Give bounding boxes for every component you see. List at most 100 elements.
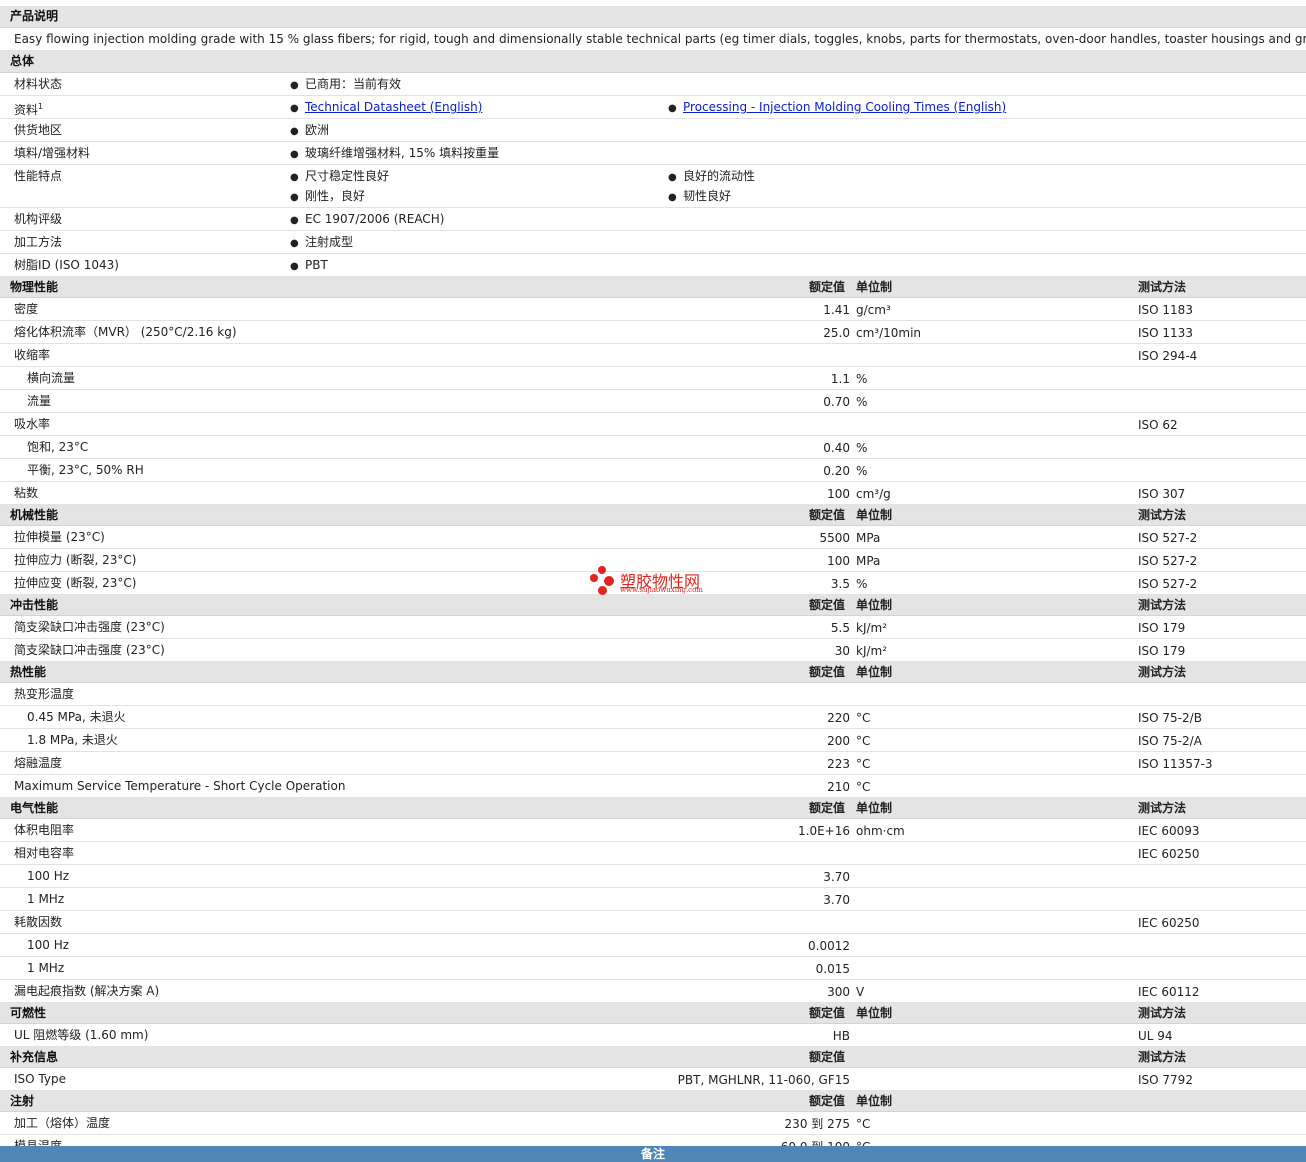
bullet-item: ● 尺寸稳定性良好 <box>290 169 389 185</box>
column-header-unit: 单位制 <box>856 1094 893 1108</box>
property-label: UL 阻燃等级 (1.60 mm) <box>14 1028 149 1042</box>
property-unit: kJ/m² <box>856 644 888 658</box>
section-title: 产品说明 <box>10 9 59 23</box>
watermark-dot <box>598 566 606 574</box>
property-value: 3.70 <box>823 870 850 884</box>
property-value: 3.70 <box>823 893 850 907</box>
bullet-icon: ● <box>290 192 299 203</box>
row-label-text: 机构评级 <box>14 212 63 226</box>
bullet-icon: ● <box>290 80 299 91</box>
property-value: 200 <box>827 734 850 748</box>
row-label-text: 供货地区 <box>14 123 63 137</box>
property-label: 横向流量 <box>27 371 76 385</box>
datasheet-link-item[interactable]: ● Processing - Injection Molding Cooling … <box>668 100 1006 116</box>
section-title: 注射 <box>10 1094 35 1108</box>
column-header-unit: 单位制 <box>856 598 893 612</box>
footnote-marker: 1 <box>38 102 44 111</box>
test-method: ISO 11357-3 <box>1138 757 1213 771</box>
datasheet-link-item[interactable]: ● Technical Datasheet (English) <box>290 100 482 116</box>
property-label: 拉伸应变 (断裂, 23°C) <box>14 576 137 590</box>
bullet-text: 韧性良好 <box>683 189 732 203</box>
property-label: 100 Hz <box>27 869 70 883</box>
bullet-item: ● 玻璃纤维增强材料, 15% 填料按重量 <box>290 146 499 162</box>
bullet-text: 已商用：当前有效 <box>305 77 402 91</box>
section-title: 冲击性能 <box>10 598 59 612</box>
property-value: 1.0E+16 <box>798 824 850 838</box>
datasheet-link[interactable]: Technical Datasheet (English) <box>305 100 482 114</box>
test-method: IEC 60112 <box>1138 985 1200 999</box>
general-info-row: 树脂ID (ISO 1043) ● PBT <box>0 254 1306 277</box>
column-header-unit: 单位制 <box>856 801 893 815</box>
property-label: 流量 <box>27 394 52 408</box>
column-header-unit: 单位制 <box>856 665 893 679</box>
column-header-method: 测试方法 <box>1138 1050 1187 1064</box>
row-label-text: 性能特点 <box>14 169 63 183</box>
bullet-icon: ● <box>668 192 677 203</box>
property-row: 简支梁缺口冲击强度 (23°C) 5.5 kJ/m² ISO 179 <box>0 616 1306 639</box>
section-header: 可燃性 额定值 单位制 测试方法 <box>0 1003 1306 1024</box>
property-row: ISO Type PBT, MGHLNR, 11-060, GF15 ISO 779… <box>0 1068 1306 1091</box>
watermark-dot <box>590 574 598 582</box>
section-header: 机械性能 额定值 单位制 测试方法 <box>0 505 1306 526</box>
test-method: ISO 294-4 <box>1138 349 1198 363</box>
property-label: 粘数 <box>14 486 39 500</box>
property-value: 25.0 <box>823 326 850 340</box>
property-row: 熔融温度 223 °C ISO 11357-3 <box>0 752 1306 775</box>
bullet-text: 玻璃纤维增强材料, 15% 填料按重量 <box>305 146 500 160</box>
bullet-icon: ● <box>290 149 299 160</box>
bullet-item: ● 良好的流动性 <box>668 169 755 185</box>
property-label: 相对电容率 <box>14 846 75 860</box>
property-value: 100 <box>827 554 850 568</box>
property-value: 100 <box>827 487 850 501</box>
section-title: 可燃性 <box>10 1006 47 1020</box>
bullet-icon: ● <box>290 126 299 137</box>
property-row: 粘数 100 cm³/g ISO 307 <box>0 482 1306 505</box>
property-row: 相对电容率 IEC 60250 <box>0 842 1306 865</box>
property-value: 220 <box>827 711 850 725</box>
general-info-row: 材料状态 ● 已商用：当前有效 <box>0 73 1306 96</box>
section-header: 热性能 额定值 单位制 测试方法 <box>0 662 1306 683</box>
property-label: 1 MHz <box>27 892 65 906</box>
column-header-method: 测试方法 <box>1138 1006 1187 1020</box>
bullet-icon: ● <box>290 172 299 183</box>
property-label: 100 Hz <box>27 938 70 952</box>
bullet-item: ● 韧性良好 <box>668 189 731 205</box>
section-title: 物理性能 <box>10 280 59 294</box>
bullet-item: ● EC 1907/2006 (REACH) <box>290 212 444 228</box>
row-label: 加工方法 <box>14 235 62 249</box>
watermark-dot <box>598 586 607 595</box>
property-value: 300 <box>827 985 850 999</box>
row-label: 树脂ID (ISO 1043) <box>14 258 119 272</box>
product-description: Easy flowing injection molding grade wit… <box>14 32 1306 46</box>
datasheet-link[interactable]: Processing - Injection Molding Cooling T… <box>683 100 1006 114</box>
property-row: 平衡, 23°C, 50% RH 0.20% <box>0 459 1306 482</box>
column-header-unit: 单位制 <box>856 1006 893 1020</box>
property-row: 密度 1.41 g/cm³ ISO 1183 <box>0 298 1306 321</box>
section-title: 热性能 <box>10 665 47 679</box>
section-header: 产品说明 <box>0 6 1306 28</box>
column-header-method: 测试方法 <box>1138 598 1187 612</box>
section-title: 总体 <box>10 54 35 68</box>
property-unit: % <box>856 577 868 591</box>
section-title: 机械性能 <box>10 508 59 522</box>
property-label: 熔融温度 <box>14 756 63 770</box>
property-unit: g/cm³ <box>856 303 891 317</box>
property-unit: °C <box>856 757 871 771</box>
property-row: 1 MHz 0.015 <box>0 957 1306 980</box>
bullet-text: 欧洲 <box>305 123 330 137</box>
property-unit: °C <box>856 711 871 725</box>
bullet-item: ● 已商用：当前有效 <box>290 77 401 93</box>
property-unit: MPa <box>856 554 881 568</box>
notes-footer-bar: 备注 <box>0 1146 1306 1162</box>
property-label: ISO Type <box>14 1072 66 1086</box>
property-row: 简支梁缺口冲击强度 (23°C) 30 kJ/m² ISO 179 <box>0 639 1306 662</box>
row-label: 资料1 <box>14 100 43 117</box>
property-label: 拉伸应力 (断裂, 23°C) <box>14 553 137 567</box>
general-info-row: 填料/增强材料 ● 玻璃纤维增强材料, 15% 填料按重量 <box>0 142 1306 165</box>
row-label: 机构评级 <box>14 212 62 226</box>
test-method: ISO 7792 <box>1138 1073 1193 1087</box>
section-title: 补充信息 <box>10 1050 59 1064</box>
product-description-row: Easy flowing injection molding grade wit… <box>0 28 1306 51</box>
property-unit: % <box>856 441 868 455</box>
property-row: 横向流量 1.1% <box>0 367 1306 390</box>
